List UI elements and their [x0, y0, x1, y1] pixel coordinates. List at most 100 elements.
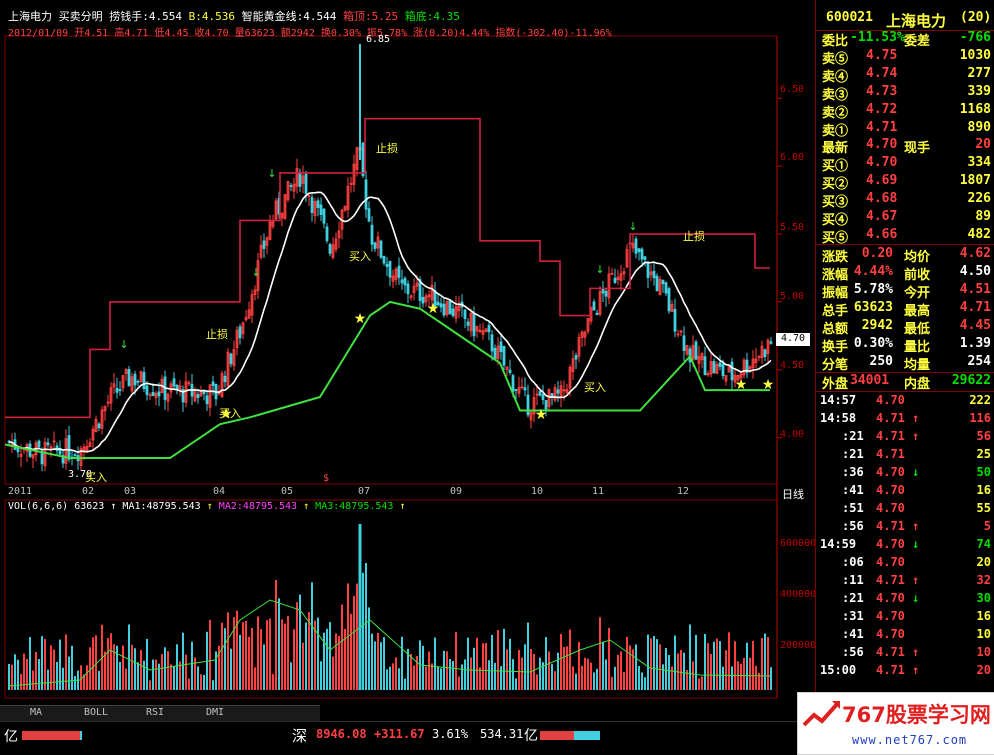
volume-bar: [164, 647, 166, 690]
candle-body: [385, 263, 389, 267]
kline-chart[interactable]: ★★★★★ ★↓↓↓↓↓$: [0, 0, 815, 705]
y-label-400: 4.00: [780, 429, 805, 440]
tick-row[interactable]: :11 4.71 ↑ 32: [820, 573, 991, 591]
neipan-value: 29622: [951, 373, 991, 388]
volume-bar: [26, 658, 28, 690]
tick-row[interactable]: :56 4.71 ↑ 5: [820, 519, 991, 537]
volume-bar: [371, 633, 373, 690]
volume-bar: [167, 651, 169, 690]
kline-chart-area[interactable]: ★ ★ ★ ★ ★ ★ ↓ ↓ ↓ ↓ ↓ $ 上海电力 买卖分明 捞钱手:4.554 B:4.536…: [0, 0, 816, 705]
tab-dmi[interactable]: DMI: [206, 707, 224, 718]
volume-bar: [182, 632, 184, 690]
x-label-04: 04: [213, 486, 226, 497]
weicha-value: -766: [959, 30, 991, 45]
volume-bar: [152, 659, 154, 690]
tick-row[interactable]: :51 4.70 55: [820, 501, 991, 519]
tick-row[interactable]: :56 4.71 ↑ 10: [820, 645, 991, 663]
volume-bar: [59, 639, 61, 690]
indicator-field-4: 箱顶:5.25: [342, 10, 399, 23]
volume-bar: [116, 645, 118, 690]
volume-bar: [410, 654, 412, 690]
tick-row[interactable]: 15:00 4.71 ↑ 20: [820, 663, 991, 681]
down-arrow-icon: ↓: [251, 266, 260, 279]
period-label[interactable]: 日线: [782, 486, 804, 502]
buy-label: 买③: [822, 195, 849, 210]
tick-time: :31: [842, 609, 864, 623]
tick-row[interactable]: :31 4.70 16: [820, 609, 991, 627]
tick-time: :41: [842, 483, 864, 497]
volume-bar: [212, 680, 214, 690]
volume-bar: [596, 668, 598, 690]
stat-label: 总额: [822, 322, 849, 337]
candle-body: [508, 369, 512, 373]
candle-body: [703, 356, 707, 376]
quote-stock-name: 上海电力: [886, 12, 947, 30]
volume-bar: [467, 637, 469, 690]
weicha-label: 委差: [904, 34, 931, 49]
tick-row[interactable]: 14:58 4.71 ↑ 116: [820, 411, 991, 429]
outer-inner-row: 外盘 34001 内盘 29622: [820, 373, 991, 392]
volume-bar: [566, 646, 568, 690]
tab-ma[interactable]: MA: [30, 707, 42, 718]
candle-body: [550, 393, 554, 397]
candle-body: [325, 226, 329, 242]
cyan-bar-left: [80, 731, 82, 740]
volume-bar: [491, 634, 493, 690]
volume-bar: [335, 633, 337, 690]
tab-rsi[interactable]: RSI: [146, 707, 164, 718]
vol-title: VOL(6,6,6) 63623: [8, 501, 105, 512]
tick-row[interactable]: 14:57 4.70 222: [820, 393, 991, 411]
sell-price: 4.71: [866, 120, 898, 135]
volume-bar: [590, 662, 592, 690]
tick-row[interactable]: :41 4.70 10: [820, 627, 991, 645]
volume-bar: [461, 664, 463, 690]
candle-body: [373, 242, 377, 249]
candle-body: [541, 394, 545, 400]
vol-ma2: MA2:48795.543: [218, 501, 298, 512]
buy-star-icon: ★: [427, 301, 440, 317]
volume-bar: [671, 666, 673, 690]
volume-bar: [311, 582, 313, 690]
volume-bar: [446, 651, 448, 690]
annotation-stoploss-1: 止损: [376, 142, 398, 155]
tick-price: 4.70: [876, 501, 905, 515]
tick-row[interactable]: :41 4.70 16: [820, 483, 991, 501]
sell-price: 4.75: [866, 48, 898, 63]
volume-bar: [239, 634, 241, 690]
volume-bar: [107, 638, 109, 690]
tick-volume: 222: [969, 393, 991, 407]
dividend-marker: $: [323, 473, 329, 484]
volume-bar: [422, 645, 424, 690]
waipan-value: 34001: [850, 373, 890, 388]
quote-panel: 600021 上海电力 (20) 委比 -11.53% 委差 -766 卖⑤ 4.…: [815, 0, 994, 705]
tick-row[interactable]: :06 4.70 20: [820, 555, 991, 573]
tick-row[interactable]: 14:59 4.70 ↓ 74: [820, 537, 991, 555]
volume-bar: [227, 612, 229, 690]
buy-label: 买④: [822, 213, 849, 228]
volume-bar: [287, 616, 289, 690]
tick-row[interactable]: :21 4.71 ↑ 56: [820, 429, 991, 447]
tick-row[interactable]: :21 4.71 25: [820, 447, 991, 465]
stat-row: 总额 2942 最低 4.45: [820, 318, 991, 337]
latest-label: 最新: [822, 141, 849, 156]
tab-boll[interactable]: BOLL: [84, 707, 108, 718]
volume-bar: [638, 666, 640, 690]
volume-bar: [617, 654, 619, 690]
peak-price-label: 6.85: [366, 34, 391, 45]
tick-time: :21: [842, 429, 864, 443]
tick-price: 4.70: [876, 555, 905, 569]
candle-body: [127, 369, 131, 387]
cyan-bar-right: [574, 731, 600, 740]
tick-row[interactable]: :36 4.70 ↓ 50: [820, 465, 991, 483]
volume-bar: [98, 670, 100, 690]
stat-label: 分笔: [822, 358, 849, 373]
annotation-stoploss-3: 止损: [683, 230, 705, 243]
down-arrow-icon: ↓: [912, 591, 920, 605]
volume-bar: [485, 642, 487, 690]
volume-bar: [698, 678, 700, 690]
vol-ma3: MA3:48795.543: [315, 501, 394, 512]
tick-price: 4.70: [876, 627, 905, 641]
candle-body: [643, 256, 647, 260]
volume-bar: [674, 635, 676, 690]
tick-row[interactable]: :21 4.70 ↓ 30: [820, 591, 991, 609]
